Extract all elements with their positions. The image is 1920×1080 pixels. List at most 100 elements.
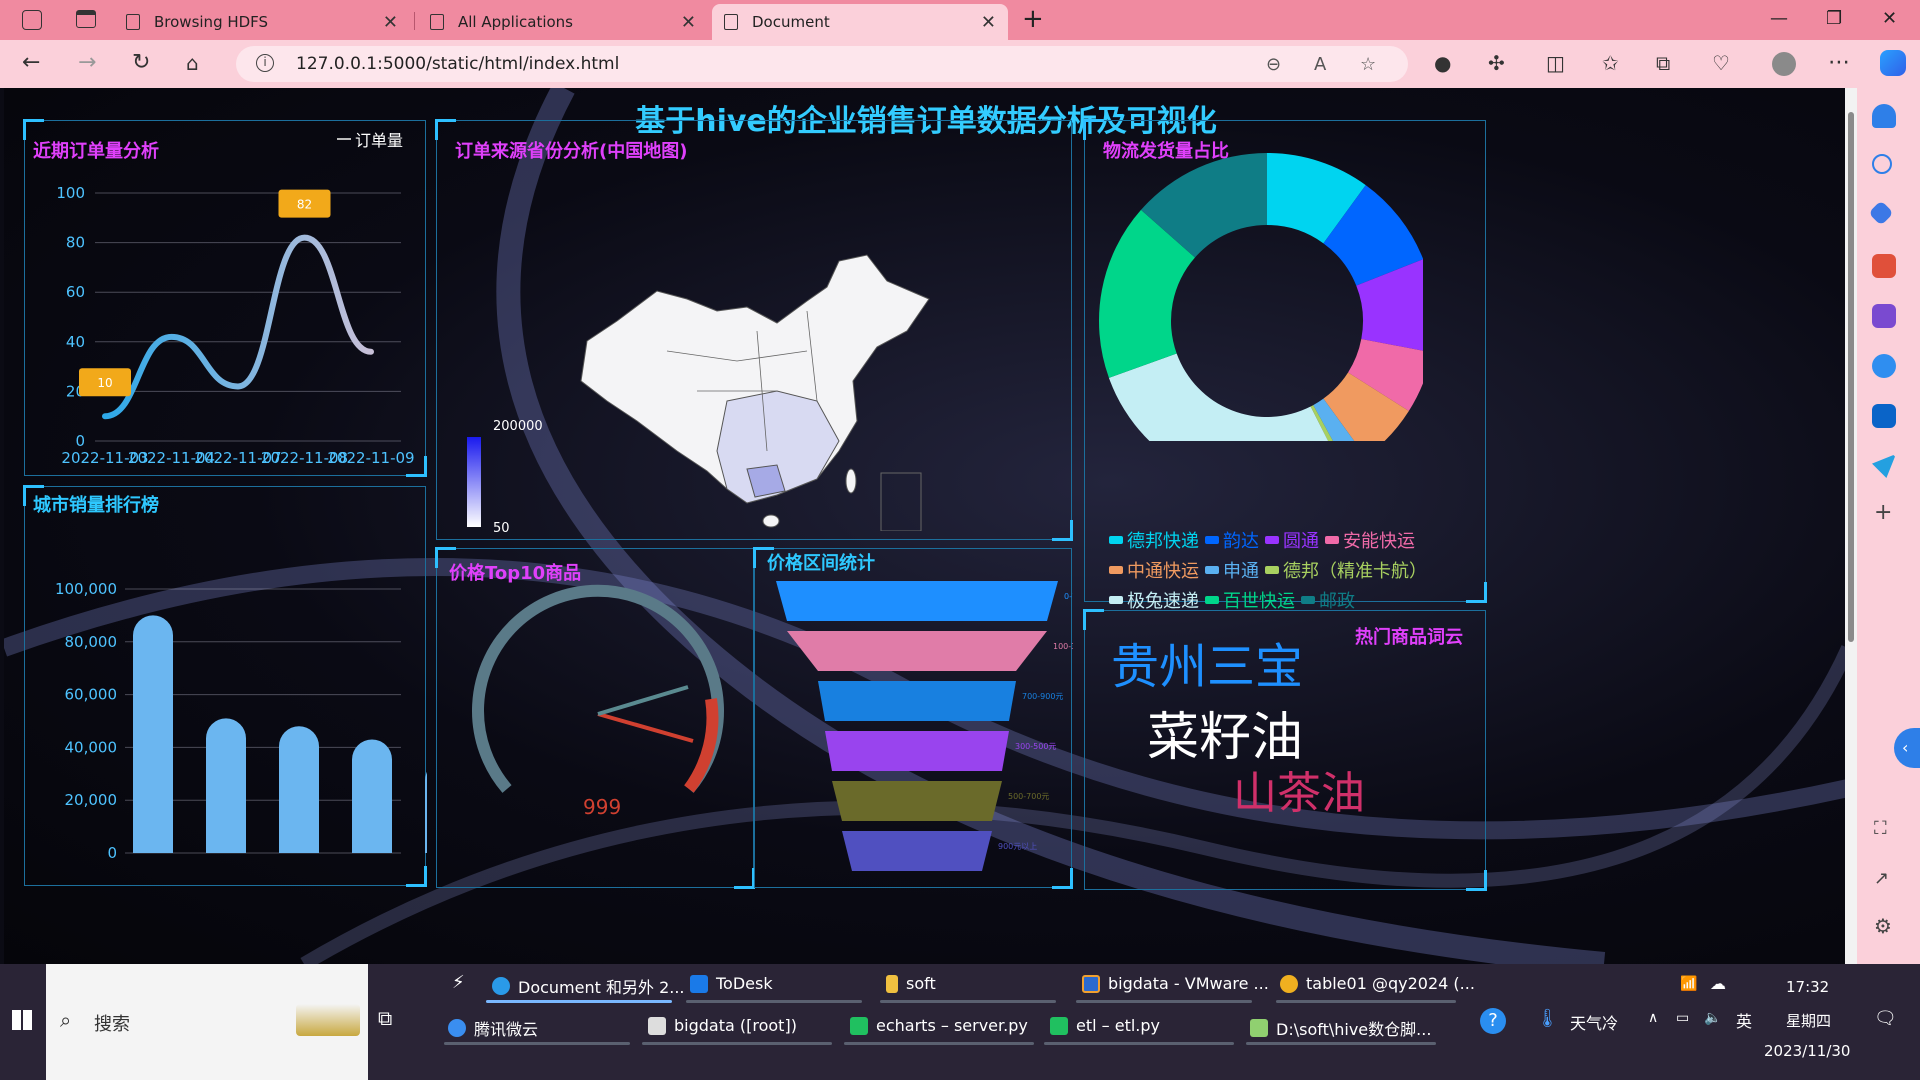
taskbar-app-pycharm-echarts[interactable]: echarts – server.py bbox=[850, 1016, 1028, 1035]
price-range-funnel: 0-100元 100-300元 700-900元 300-500元 500-700元 90… bbox=[755, 549, 1095, 889]
y-tick-label: 80 bbox=[66, 234, 85, 252]
start-windows-icon[interactable] bbox=[12, 1010, 32, 1030]
taskbar-app-vmware[interactable]: bigdata - VMware ... bbox=[1082, 974, 1269, 993]
taskbar-app-navicat[interactable]: table01 @qy2024 (... bbox=[1280, 974, 1475, 993]
tab-actions-icon[interactable] bbox=[76, 10, 96, 28]
taskbar-app-notepad[interactable]: D:\soft\hive数仓脚... bbox=[1250, 1016, 1431, 1040]
settings-gear-icon[interactable]: ⚙ bbox=[1874, 914, 1892, 938]
close-tab-icon[interactable]: ✕ bbox=[981, 12, 996, 33]
close-tab-icon[interactable]: ✕ bbox=[681, 12, 696, 33]
pycharm-icon bbox=[850, 1016, 868, 1035]
tray-chevron-icon[interactable]: ∧ bbox=[1648, 1010, 1658, 1026]
site-info-icon[interactable]: i bbox=[256, 54, 274, 72]
split-screen-icon[interactable]: ◫ bbox=[1546, 50, 1565, 76]
visualmap-gradient-bar[interactable] bbox=[467, 437, 481, 527]
scrollbar-thumb[interactable] bbox=[1848, 112, 1854, 642]
y-tick-label: 100 bbox=[56, 184, 85, 202]
taskbar-app-pycharm-etl[interactable]: etl – etl.py bbox=[1050, 1016, 1160, 1035]
extension-globe-icon[interactable]: ● bbox=[1434, 50, 1451, 76]
read-aloud-icon[interactable]: A bbox=[1314, 54, 1326, 75]
tab-document[interactable]: Document ✕ bbox=[712, 4, 1008, 40]
page-icon bbox=[126, 14, 140, 30]
screenshot-icon[interactable]: ⛶ bbox=[1874, 818, 1887, 839]
funnel-svg: 0-100元 100-300元 700-900元 300-500元 500-700元 90… bbox=[776, 581, 1095, 871]
favorites-icon[interactable]: ✩ bbox=[1602, 50, 1619, 76]
running-indicator bbox=[642, 1042, 832, 1045]
window-close-icon[interactable]: ✕ bbox=[1882, 8, 1897, 29]
close-tab-icon[interactable]: ✕ bbox=[383, 12, 398, 33]
page-scrollbar[interactable] bbox=[1845, 88, 1857, 964]
taskbar-app-soft[interactable]: soft bbox=[886, 974, 936, 993]
taskbar-app-edge[interactable]: Document 和另外 2... bbox=[492, 974, 685, 998]
taskbar-overflow-icon[interactable]: ⚡ bbox=[452, 972, 465, 993]
legend-item[interactable]: 韵达 bbox=[1205, 527, 1259, 553]
sidebar-collapse-icon[interactable]: ‹ bbox=[1894, 728, 1920, 768]
extensions-icon[interactable]: ✣ bbox=[1488, 50, 1505, 76]
weekday: 星期四 bbox=[1786, 1012, 1832, 1030]
legend-item[interactable]: 中通快运 bbox=[1109, 557, 1199, 583]
input-method-indicator[interactable]: 英 bbox=[1736, 1008, 1752, 1032]
legend-item[interactable]: 德邦快递 bbox=[1109, 527, 1199, 553]
taskbar-search-box[interactable]: ⌕ 搜索 bbox=[46, 964, 368, 1080]
legend-item[interactable]: 安能快运 bbox=[1325, 527, 1415, 553]
restore-icon[interactable]: ❐ bbox=[1826, 8, 1842, 29]
games-icon[interactable] bbox=[1872, 304, 1896, 328]
funnel-label: 0-100元 bbox=[1064, 592, 1073, 601]
forward-icon[interactable]: → bbox=[78, 50, 96, 76]
refresh-icon[interactable]: ↻ bbox=[132, 50, 150, 76]
legend-item[interactable]: 申通 bbox=[1205, 557, 1259, 583]
send-icon[interactable] bbox=[1872, 454, 1896, 478]
workspaces-icon[interactable] bbox=[22, 10, 42, 30]
bar bbox=[352, 739, 392, 853]
open-external-icon[interactable]: ↗ bbox=[1874, 868, 1889, 889]
tab-browsing-hdfs[interactable]: Browsing HDFS ✕ bbox=[114, 4, 410, 40]
notification-center-icon[interactable]: 🗨 bbox=[1874, 1008, 1897, 1029]
zoom-out-icon[interactable]: ⊖ bbox=[1266, 54, 1281, 75]
taskbar-app-todesk[interactable]: ToDesk bbox=[690, 974, 773, 993]
more-menu-icon[interactable]: ⋯ bbox=[1828, 50, 1850, 76]
legend-label: 圆通 bbox=[1283, 531, 1319, 552]
legend-item[interactable]: 圆通 bbox=[1265, 527, 1319, 553]
onedrive-cloud-icon[interactable]: ☁ bbox=[1710, 974, 1726, 993]
weather-thermometer-icon[interactable]: 🌡 bbox=[1536, 1008, 1559, 1029]
legend-item[interactable]: 德邦（精准卡航） bbox=[1265, 557, 1427, 583]
help-icon[interactable]: ? bbox=[1480, 1008, 1506, 1034]
battery-icon[interactable]: ▭ bbox=[1676, 1010, 1689, 1026]
tools-briefcase-icon[interactable] bbox=[1872, 254, 1896, 278]
new-tab-icon[interactable]: + bbox=[1022, 4, 1044, 34]
collections-icon[interactable]: ⧉ bbox=[1656, 50, 1670, 76]
weather-text[interactable]: 天气冷 bbox=[1570, 1010, 1618, 1034]
y-tick-label: 0 bbox=[75, 432, 85, 450]
profile-avatar[interactable] bbox=[1772, 52, 1796, 76]
date[interactable]: 2023/11/30 bbox=[1764, 1042, 1850, 1060]
copilot-icon[interactable] bbox=[1880, 50, 1906, 76]
tab-all-applications[interactable]: All Applications ✕ bbox=[418, 4, 708, 40]
back-icon[interactable]: ← bbox=[22, 50, 40, 76]
notification-bell-icon[interactable] bbox=[1872, 104, 1896, 128]
clock-time[interactable]: 17:32 bbox=[1786, 978, 1829, 996]
microsoft-365-icon[interactable] bbox=[1872, 354, 1896, 378]
outlook-icon[interactable] bbox=[1872, 404, 1896, 428]
page-icon bbox=[430, 14, 444, 30]
taskbar-app-tencent-weiyun[interactable]: 腾讯微云 bbox=[448, 1016, 538, 1040]
y-tick-label: 60 bbox=[66, 283, 85, 301]
search-icon[interactable] bbox=[1872, 154, 1892, 174]
funnel-segment bbox=[842, 831, 992, 871]
volume-icon[interactable]: 🔈 bbox=[1704, 1010, 1721, 1026]
legend-swatch bbox=[1265, 536, 1279, 544]
running-indicator bbox=[1044, 1042, 1234, 1045]
china-map[interactable] bbox=[577, 251, 937, 531]
browser-essentials-icon[interactable]: ♡ bbox=[1712, 50, 1730, 76]
add-sidebar-app-icon[interactable]: + bbox=[1874, 500, 1892, 525]
favorite-star-icon[interactable]: ☆ bbox=[1360, 54, 1376, 75]
legend-label: 安能快运 bbox=[1343, 531, 1415, 552]
task-view-icon[interactable]: ⧉ bbox=[378, 1006, 392, 1030]
terminal-icon bbox=[648, 1016, 666, 1035]
browser-sidebar: + ‹ ⛶ ↗ ⚙ bbox=[1848, 88, 1920, 964]
home-icon[interactable]: ⌂ bbox=[186, 50, 199, 76]
shopping-tag-icon[interactable] bbox=[1868, 200, 1894, 226]
network-wifi-icon[interactable]: 📶 bbox=[1680, 976, 1697, 992]
taskbar-app-terminal[interactable]: bigdata ([root]) bbox=[648, 1016, 797, 1035]
minimize-icon[interactable]: — bbox=[1770, 8, 1788, 29]
address-bar[interactable]: i 127.0.0.1:5000/static/html/index.html … bbox=[236, 46, 1408, 82]
